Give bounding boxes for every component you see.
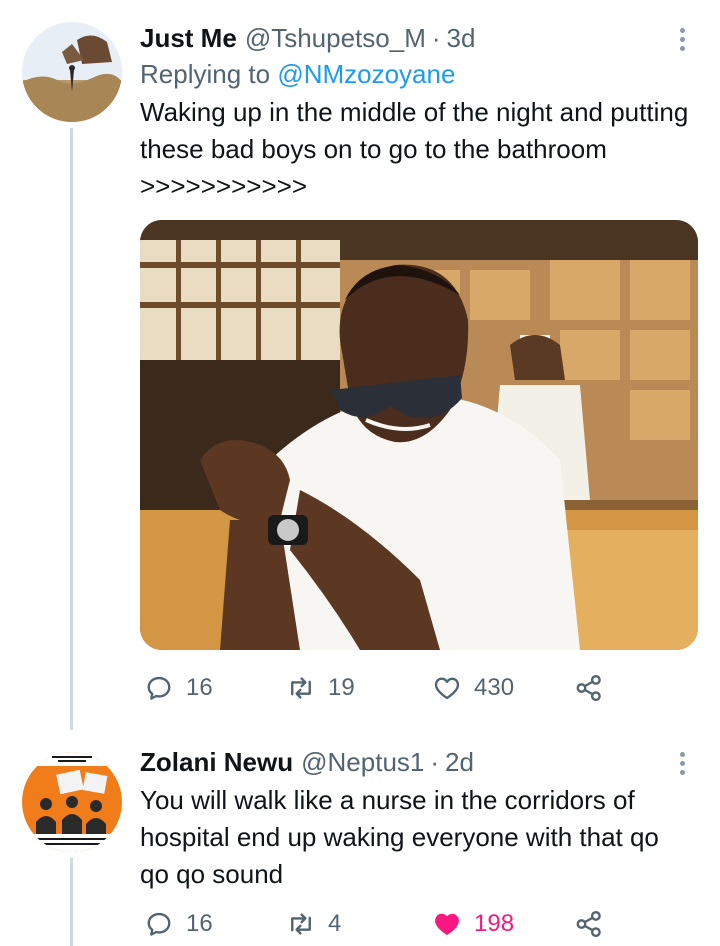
avatar[interactable] — [22, 22, 122, 122]
display-name[interactable]: Zolani Newu — [140, 744, 293, 780]
user-handle[interactable]: @Neptus1 — [301, 744, 424, 780]
tweet[interactable]: Zolani Newu @Neptus1 · 2d You will walk … — [0, 730, 720, 946]
more-options-icon[interactable] — [672, 24, 692, 54]
share-nodes-icon — [576, 674, 601, 702]
separator-dot: · — [430, 747, 440, 777]
reply-button[interactable]: 16 — [144, 668, 213, 708]
heart-icon — [435, 913, 459, 935]
tweet-header: Zolani Newu @Neptus1 · 2d — [140, 744, 692, 780]
photo-man-with-sunglasses — [140, 220, 698, 650]
reply-button[interactable]: 16 — [144, 904, 213, 944]
tweet-text: Waking up in the middle of the night and… — [140, 97, 696, 201]
retweet-button[interactable]: 19 — [286, 668, 355, 708]
avatar[interactable] — [22, 752, 122, 852]
tweet-actions: 16 19 430 — [140, 668, 660, 708]
thread-line — [70, 858, 73, 946]
retweet-count: 19 — [328, 674, 355, 701]
share-button[interactable] — [574, 668, 604, 708]
avatar-poster-image — [22, 752, 122, 852]
retweet-arrows-icon — [291, 913, 311, 935]
reply-bubble-icon — [147, 912, 171, 936]
like-count: 430 — [474, 674, 515, 701]
tweet-text: You will walk like a nurse in the corrid… — [140, 785, 667, 889]
reply-count: 16 — [186, 674, 213, 701]
display-name[interactable]: Just Me — [140, 20, 237, 56]
separator-dot: · — [431, 23, 441, 53]
replying-to-label: Replying to — [140, 59, 278, 89]
tweet-content: Just Me @Tshupetso_M · 3d Replying to @N… — [140, 20, 692, 205]
like-button[interactable]: 198 — [432, 904, 514, 944]
tweet-actions: 16 4 198 — [140, 904, 660, 944]
tweet-photo[interactable] — [140, 220, 698, 650]
mention-link[interactable]: @NMzozoyane — [277, 59, 455, 89]
thread-line — [70, 128, 73, 730]
tweet-header: Just Me @Tshupetso_M · 3d — [140, 20, 692, 56]
share-nodes-icon — [576, 910, 601, 938]
tweet-content: Zolani Newu @Neptus1 · 2d You will walk … — [140, 744, 692, 893]
retweet-button[interactable]: 4 — [286, 904, 341, 944]
like-count: 198 — [474, 910, 515, 937]
tweet[interactable]: Just Me @Tshupetso_M · 3d Replying to @N… — [0, 0, 720, 730]
more-options-icon[interactable] — [672, 748, 692, 778]
timestamp[interactable]: 2d — [445, 744, 474, 780]
reply-bubble-icon — [147, 676, 171, 700]
avatar-photo — [22, 22, 122, 122]
retweet-count: 4 — [328, 910, 342, 937]
like-button[interactable]: 430 — [432, 668, 514, 708]
reply-count: 16 — [186, 910, 213, 937]
heart-icon — [434, 677, 460, 700]
replying-to: Replying to @NMzozoyane — [140, 56, 692, 92]
share-button[interactable] — [574, 904, 604, 944]
user-handle[interactable]: @Tshupetso_M — [245, 20, 426, 56]
timestamp[interactable]: 3d — [447, 20, 476, 56]
retweet-arrows-icon — [291, 677, 311, 699]
